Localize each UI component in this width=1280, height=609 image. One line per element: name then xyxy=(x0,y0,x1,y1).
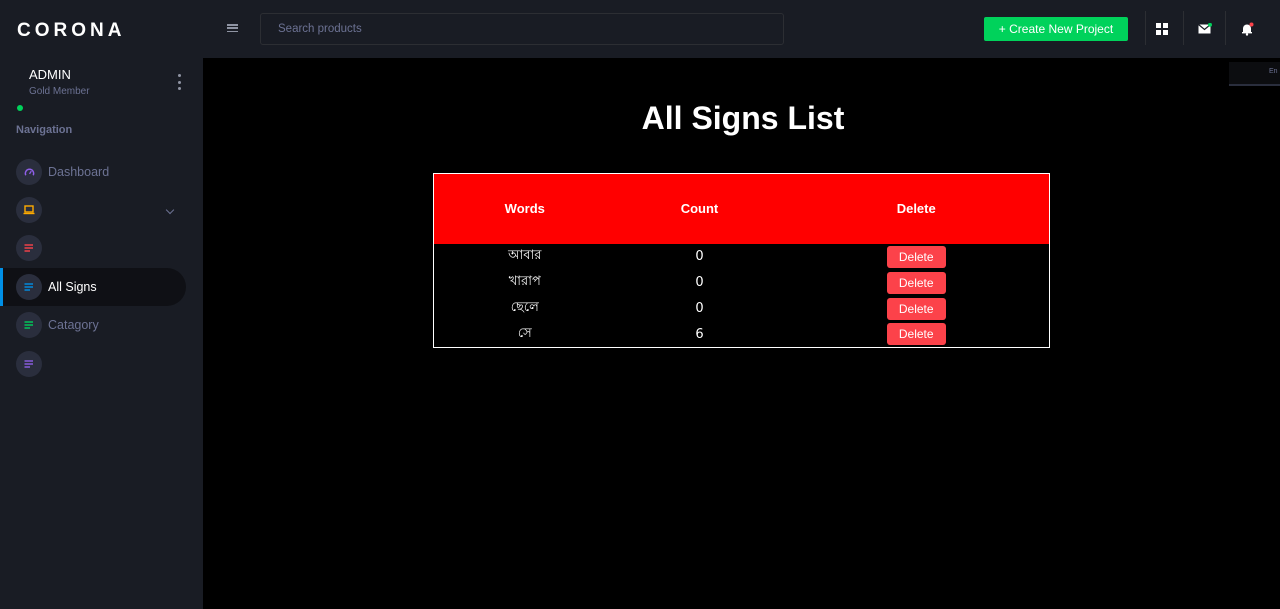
divider xyxy=(1183,11,1184,45)
page-title: All Signs List xyxy=(641,100,845,136)
profile-name: ADMIN xyxy=(29,67,71,82)
list-icon xyxy=(16,312,42,338)
table-row: খারাপ 0 Delete xyxy=(434,270,1050,296)
search-input[interactable] xyxy=(260,13,784,45)
mail-icon[interactable] xyxy=(1193,17,1217,41)
grid-icon[interactable] xyxy=(1150,17,1174,41)
column-header-words: Words xyxy=(504,201,545,217)
delete-button[interactable]: Delete xyxy=(886,271,946,294)
list-icon xyxy=(16,351,42,377)
column-header-count: Count xyxy=(680,201,719,217)
count-cell: 0 xyxy=(695,275,704,290)
sidebar-item-all-signs[interactable]: All Signs xyxy=(0,268,186,306)
count-cell: 6 xyxy=(695,326,704,342)
nav-heading: Navigation xyxy=(16,124,73,136)
list-icon xyxy=(16,274,42,300)
divider xyxy=(1225,11,1226,45)
delete-button[interactable]: Delete xyxy=(886,323,946,346)
sidebar-item-label: Dashboard xyxy=(48,165,110,179)
laptop-icon xyxy=(16,197,42,223)
delete-button[interactable]: Delete xyxy=(886,297,946,320)
more-vertical-icon[interactable] xyxy=(175,74,183,90)
top-navbar: + Create New Project xyxy=(203,0,1280,58)
count-cell: 0 xyxy=(695,301,704,316)
word-cell: সে xyxy=(517,325,532,341)
sidebar-item-list-purple[interactable] xyxy=(0,345,186,383)
word-cell: খারাপ xyxy=(508,274,541,289)
table-row: সে 6 Delete xyxy=(434,322,1050,348)
create-new-project-button[interactable]: + Create New Project xyxy=(984,17,1128,41)
language-widget[interactable]: En xyxy=(1229,62,1280,86)
profile-role: Gold Member xyxy=(29,86,90,97)
divider xyxy=(1145,11,1146,45)
sidebar-item-label: Catagory xyxy=(48,318,99,332)
signs-table: Words Count Delete আবার 0 Delete খারাপ 0… xyxy=(433,173,1050,348)
sidebar: CORONA ADMIN Gold Member Navigation Dash… xyxy=(0,0,203,609)
online-status-dot xyxy=(17,105,23,111)
sidebar-item-dashboard[interactable]: Dashboard xyxy=(0,153,186,191)
table-row: ছেলে 0 Delete xyxy=(434,296,1050,322)
bell-icon[interactable] xyxy=(1235,17,1259,41)
table-row: আবার 0 Delete xyxy=(434,244,1050,270)
language-label: En xyxy=(1269,68,1278,75)
speedometer-icon xyxy=(16,159,42,185)
menu-toggle-icon[interactable] xyxy=(227,24,238,32)
count-cell: 0 xyxy=(695,249,704,264)
sidebar-item-list-red[interactable] xyxy=(0,229,186,267)
table-header-row: Words Count Delete xyxy=(433,173,1050,244)
word-cell: ছেলে xyxy=(510,300,539,315)
brand-logo[interactable]: CORONA xyxy=(17,20,125,42)
sidebar-item-catagory[interactable]: Catagory xyxy=(0,306,186,344)
sidebar-item-laptop[interactable] xyxy=(0,191,186,229)
column-header-delete: Delete xyxy=(896,201,936,217)
delete-button[interactable]: Delete xyxy=(886,245,946,268)
sidebar-item-label: All Signs xyxy=(48,280,97,294)
word-cell: আবার xyxy=(508,248,542,263)
list-icon xyxy=(16,235,42,261)
chevron-down-icon xyxy=(165,205,175,215)
